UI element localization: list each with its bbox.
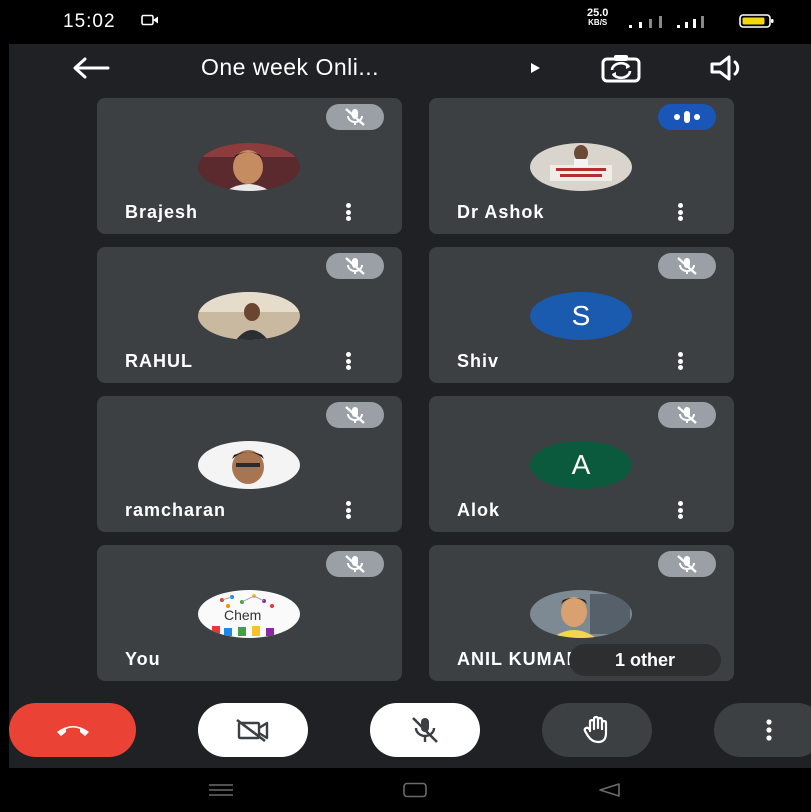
arrow-left-icon xyxy=(73,57,110,79)
meet-screen: 15:02 25.0 KB/S One week Onli... Brajesh… xyxy=(9,0,811,812)
participant-name: Brajesh xyxy=(125,202,199,222)
more-options-button[interactable] xyxy=(714,703,811,757)
participant-avatar xyxy=(198,143,300,191)
participant-menu-button[interactable] xyxy=(674,499,686,521)
participant-name: ANIL KUMAR xyxy=(457,649,581,669)
participant-tile[interactable]: RAHUL xyxy=(97,247,402,383)
participant-avatar xyxy=(530,590,632,638)
mic-off-icon xyxy=(677,257,697,275)
phone-hangup-icon xyxy=(56,726,89,736)
menu-icon[interactable] xyxy=(207,782,235,798)
mic-off-badge xyxy=(326,104,384,130)
back-nav-icon[interactable] xyxy=(595,782,623,798)
participant-menu-button[interactable] xyxy=(342,350,354,372)
signal-strength-icon xyxy=(629,16,704,28)
mic-off-badge xyxy=(326,402,384,428)
participant-tile[interactable]: S Shiv xyxy=(429,247,734,383)
participant-avatar xyxy=(198,441,300,489)
participant-name: Shiv xyxy=(457,351,500,371)
participant-name: RAHUL xyxy=(125,351,193,371)
more-vertical-icon xyxy=(766,719,772,741)
participant-initial-avatar: A xyxy=(530,441,632,489)
mic-off-badge xyxy=(658,402,716,428)
mic-off-icon xyxy=(345,257,365,275)
participant-tile[interactable]: A Alok xyxy=(429,396,734,532)
participant-tile[interactable]: Dr Ashok xyxy=(429,98,734,234)
camera-notification-icon xyxy=(141,14,158,26)
participant-initial-avatar: S xyxy=(530,292,632,340)
mic-off-icon xyxy=(345,555,365,573)
hand-icon xyxy=(583,715,608,744)
speaker-icon[interactable] xyxy=(707,52,751,84)
call-header: One week Onli... xyxy=(9,44,811,92)
mic-off-icon xyxy=(412,717,438,743)
participant-name: ramcharan xyxy=(125,500,227,520)
camera-off-icon xyxy=(236,718,269,743)
mic-off-badge xyxy=(326,551,384,577)
play-arrow-icon[interactable] xyxy=(529,62,541,74)
mic-off-badge xyxy=(658,551,716,577)
participant-menu-button[interactable] xyxy=(674,201,686,223)
camera-toggle-button[interactable] xyxy=(198,703,308,757)
participant-name: You xyxy=(125,649,161,669)
participant-menu-button[interactable] xyxy=(342,201,354,223)
others-pill[interactable]: 1 other xyxy=(569,644,721,676)
battery-icon xyxy=(739,14,774,28)
mic-off-icon xyxy=(677,555,697,573)
mic-off-badge xyxy=(658,253,716,279)
meeting-title[interactable]: One week Onli... xyxy=(201,54,379,81)
mic-off-badge xyxy=(326,253,384,279)
participant-menu-button[interactable] xyxy=(674,350,686,372)
network-speed-value: 25.0 xyxy=(587,7,609,19)
participant-avatar xyxy=(198,292,300,340)
switch-camera-icon[interactable] xyxy=(599,52,643,84)
participant-menu-button[interactable] xyxy=(342,499,354,521)
mic-off-icon xyxy=(345,108,365,126)
participant-avatar xyxy=(530,143,632,191)
status-bar: 15:02 25.0 KB/S xyxy=(9,0,811,44)
svg-text:Chem: Chem xyxy=(224,607,261,623)
participant-avatar: Chem xyxy=(198,590,300,638)
mic-toggle-button[interactable] xyxy=(370,703,480,757)
participant-tile[interactable]: ramcharan xyxy=(97,396,402,532)
mic-off-icon xyxy=(345,406,365,424)
participant-tile[interactable]: Chem You xyxy=(97,545,402,681)
network-speed: 25.0 KB/S xyxy=(587,7,609,28)
mic-off-icon xyxy=(677,406,697,424)
system-nav-bar xyxy=(9,768,811,812)
home-icon[interactable] xyxy=(401,782,429,798)
end-call-button[interactable] xyxy=(9,703,136,757)
participant-name: Alok xyxy=(457,500,501,520)
participant-name: Dr Ashok xyxy=(457,202,545,222)
speaking-indicator xyxy=(658,104,716,130)
raise-hand-button[interactable] xyxy=(542,703,652,757)
status-time: 15:02 xyxy=(63,11,116,32)
participant-tile[interactable]: Brajesh xyxy=(97,98,402,234)
network-speed-unit: KB/S xyxy=(588,18,608,27)
back-button[interactable] xyxy=(69,54,113,82)
